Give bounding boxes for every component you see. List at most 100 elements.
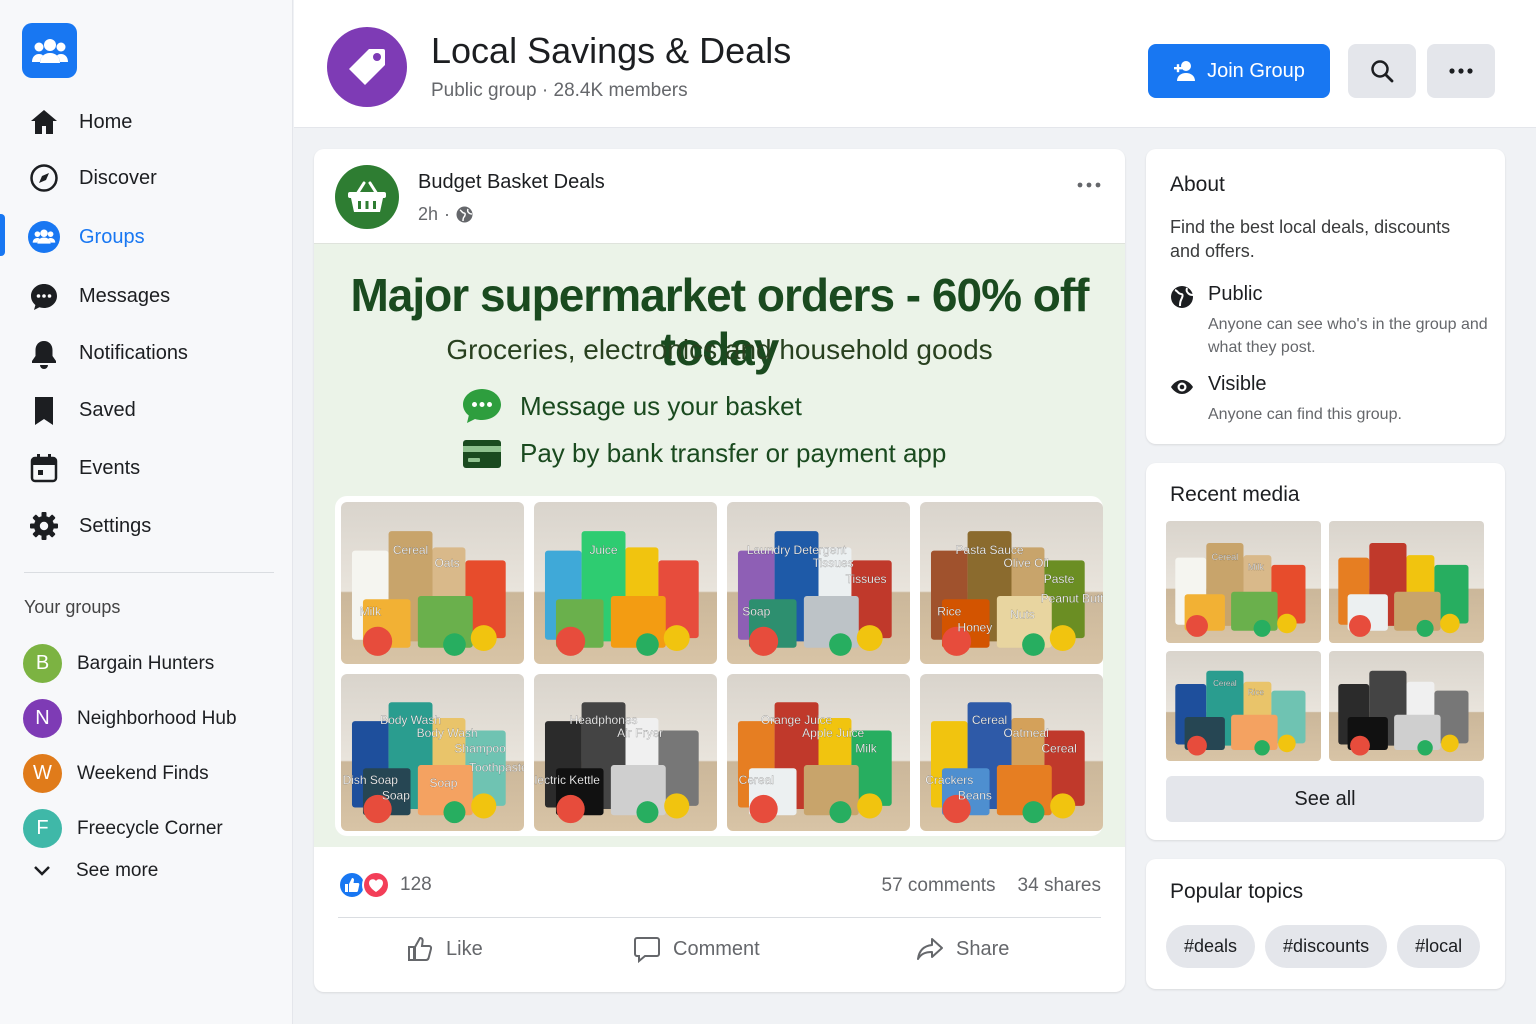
more-icon	[1077, 182, 1101, 188]
group-avatar: W	[23, 754, 62, 793]
join-group-button[interactable]: Join Group	[1148, 44, 1330, 98]
nav-notifications[interactable]: Notifications	[0, 325, 293, 382]
post-card: Budget Basket Deals 2h · Major supermark…	[314, 149, 1125, 992]
nav-messages[interactable]: Messages	[0, 268, 293, 325]
engagement-counts: 57 comments 34 shares	[882, 875, 1102, 897]
reaction-summary[interactable]: 128	[338, 871, 432, 899]
product-grid: Cereal Oats Milk Juice Laundry Detergent Tiss…	[341, 502, 1103, 831]
about-visible: Visible Anyone can find this group.	[1170, 373, 1490, 433]
group-privacy: Public group	[431, 80, 537, 101]
nav-home[interactable]: Home	[0, 94, 293, 150]
calendar-icon	[28, 452, 60, 484]
product-label: Cereal	[739, 773, 774, 787]
group-item-bargain-hunters[interactable]: B Bargain Hunters	[23, 636, 283, 691]
nav-groups[interactable]: Groups	[0, 206, 293, 268]
product-label: Air Fryer	[617, 726, 663, 740]
like-button[interactable]: Like	[406, 935, 483, 963]
thumbs-up-icon	[408, 936, 433, 961]
group-meta: Public group · 28.4K members	[431, 80, 688, 102]
share-count[interactable]: 34 shares	[1018, 875, 1101, 897]
more-icon	[1449, 68, 1473, 74]
topic-chip[interactable]: #local	[1397, 925, 1481, 968]
post-author-name[interactable]: Budget Basket Deals	[418, 171, 605, 194]
post-options-button[interactable]	[1077, 175, 1101, 193]
about-title: About	[1170, 173, 1225, 196]
nav-label: Notifications	[79, 342, 188, 364]
produce-item	[1022, 633, 1045, 656]
comment-count[interactable]: 57 comments	[882, 875, 996, 897]
see-all-button[interactable]: See all	[1166, 776, 1484, 822]
media-thumbnail[interactable]	[1329, 651, 1484, 761]
produce-item	[1022, 801, 1045, 824]
media-thumbnail[interactable]	[1329, 521, 1484, 643]
group-item-freecycle-corner[interactable]: F Freecycle Corner	[23, 801, 283, 856]
product-label: Milk	[855, 742, 877, 756]
comment-label: Comment	[673, 937, 760, 960]
produce-item	[1254, 740, 1270, 756]
nav-settings[interactable]: Settings	[0, 497, 293, 555]
bell-icon	[28, 338, 60, 370]
post-author-avatar[interactable]	[335, 165, 399, 229]
comment-button[interactable]: Comment	[633, 935, 760, 963]
post-image[interactable]: Major supermarket orders - 60% off today…	[314, 243, 1125, 847]
groups-icon	[31, 38, 68, 63]
produce-item	[829, 633, 852, 656]
product-label: Beans	[958, 789, 992, 803]
group-label: Weekend Finds	[77, 762, 209, 784]
product-photo-tile[interactable]: Orange Juice Apple Juice Cereal Milk	[727, 674, 910, 831]
reaction-count: 128	[400, 874, 432, 895]
share-icon	[917, 938, 943, 960]
product-label: Laundry Detergent	[747, 543, 847, 557]
nav-events[interactable]: Events	[0, 439, 293, 497]
globe-icon	[456, 206, 473, 223]
eye-icon	[1170, 375, 1194, 404]
produce-item	[856, 625, 883, 652]
share-button[interactable]: Share	[916, 935, 1009, 963]
product-label: Olive Oil	[1003, 556, 1048, 570]
product-photo-tile[interactable]: Juice	[534, 502, 717, 664]
member-count[interactable]: 28.4K members	[554, 80, 688, 101]
product-label: Cereal	[1213, 679, 1237, 688]
product-photo-tile[interactable]: Laundry Detergent Tissues Soap Tissues	[727, 502, 910, 664]
product-photo-tile[interactable]: Body Wash Body Wash Dish Soap Shampoo Soap So…	[341, 674, 524, 831]
more-options-button[interactable]	[1427, 44, 1495, 98]
recent-media-card: Recent media Cereal Milk Cereal Rice See al…	[1146, 463, 1505, 840]
app-logo[interactable]	[22, 23, 77, 78]
nav-label: Saved	[79, 399, 136, 421]
product-package	[1231, 714, 1278, 750]
globe-icon	[1170, 285, 1194, 314]
product-label: Rice	[1248, 688, 1265, 697]
product-photo-tile[interactable]: Cereal Oatmeal Crackers Cereal Beans	[920, 674, 1103, 831]
product-photo: HeadphonesAir FryerElectric Kettle	[534, 702, 699, 824]
product-label: Peanut Butter	[1041, 591, 1103, 605]
product-label: Soap	[742, 604, 770, 618]
nav-label: Home	[79, 110, 133, 133]
see-more-button[interactable]: See more	[32, 860, 158, 882]
media-thumbnail[interactable]: Cereal Rice	[1166, 651, 1321, 761]
your-groups-list: B Bargain Hunters N Neighborhood Hub W W…	[23, 636, 283, 856]
product-photo-tile[interactable]: Pasta Sauce Olive Oil Rice Paste Honey Nuts Pe…	[920, 502, 1103, 664]
group-item-weekend-finds[interactable]: W Weekend Finds	[23, 746, 283, 801]
nav-saved[interactable]: Saved	[0, 382, 293, 439]
about-public-desc: Anyone can see who's in the group and wh…	[1208, 316, 1488, 356]
produce-item	[471, 793, 497, 819]
sidebar-divider	[24, 572, 274, 573]
search-button[interactable]	[1348, 44, 1416, 98]
product-photo: Laundry DetergentTissuesSoapTissues	[737, 531, 892, 656]
topic-chip[interactable]: #discounts	[1265, 925, 1388, 968]
produce-item	[1278, 734, 1296, 753]
product-photo-tile[interactable]: HeadphonesAir FryerElectric Kettle	[534, 674, 717, 831]
main-nav: Home Discover Groups Messages Notificati…	[0, 94, 293, 555]
product-photo: Pasta SauceOlive Oil Rice Paste Honey Nuts Pe…	[930, 531, 1103, 656]
group-item-neighborhood-hub[interactable]: N Neighborhood Hub	[23, 691, 283, 746]
topic-chip[interactable]: #deals	[1166, 925, 1256, 968]
nav-discover[interactable]: Discover	[0, 150, 293, 206]
love-reaction-icon	[362, 871, 390, 899]
media-thumbnail[interactable]: Cereal Milk	[1166, 521, 1321, 643]
chat-icon	[28, 281, 60, 313]
chat-bubble-icon	[463, 389, 501, 423]
group-avatar: N	[23, 699, 62, 738]
product-label: Soap	[382, 789, 410, 803]
product-photo-tile[interactable]: Cereal Oats Milk	[341, 502, 524, 664]
produce-item	[636, 801, 659, 824]
